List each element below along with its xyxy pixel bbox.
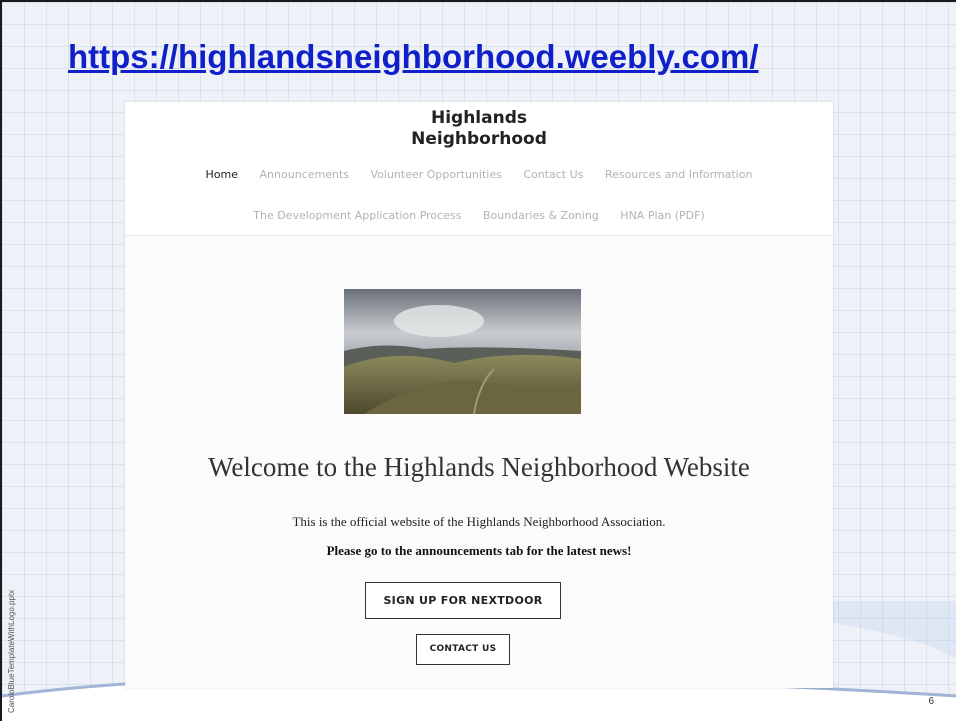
slide-number: 6 xyxy=(928,696,934,707)
nav-item-announcements[interactable]: Announcements xyxy=(260,168,349,181)
nav-row-secondary: The Development Application Process Boun… xyxy=(125,209,833,222)
website-screenshot: Highlands Neighborhood Home Announcement… xyxy=(125,102,833,688)
site-header: Highlands Neighborhood Home Announcement… xyxy=(125,102,833,236)
site-name-line2: Neighborhood xyxy=(411,129,547,149)
nav-item-volunteer-opportunities[interactable]: Volunteer Opportunities xyxy=(371,168,502,181)
presentation-slide: https://highlandsneighborhood.weebly.com… xyxy=(0,0,956,721)
template-filename-label: CaroloBlueTemplateWithLogo.pptx xyxy=(7,589,16,713)
slide-title-link[interactable]: https://highlandsneighborhood.weebly.com… xyxy=(68,38,759,76)
site-name[interactable]: Highlands Neighborhood xyxy=(125,108,833,150)
nav-item-boundaries-zoning[interactable]: Boundaries & Zoning xyxy=(483,209,599,222)
intro-text: This is the official website of the High… xyxy=(292,514,666,529)
announcements-note: Please go to the announcements tab for t… xyxy=(326,543,632,558)
nav-row-primary: Home Announcements Volunteer Opportuniti… xyxy=(125,168,833,181)
nav-item-contact-us[interactable]: Contact Us xyxy=(523,168,583,181)
nav-item-resources-information[interactable]: Resources and Information xyxy=(605,168,753,181)
nav-item-hna-plan-pdf[interactable]: HNA Plan (PDF) xyxy=(620,209,704,222)
contact-us-button[interactable]: CONTACT US xyxy=(416,634,510,665)
nav-item-home[interactable]: Home xyxy=(206,168,238,181)
nav-item-development-application[interactable]: The Development Application Process xyxy=(253,209,461,222)
welcome-heading: Welcome to the Highlands Neighborhood We… xyxy=(208,452,750,482)
hero-landscape-image xyxy=(344,289,581,414)
site-name-line1: Highlands xyxy=(430,108,527,128)
signup-nextdoor-button[interactable]: SIGN UP FOR NEXTDOOR xyxy=(365,582,561,619)
